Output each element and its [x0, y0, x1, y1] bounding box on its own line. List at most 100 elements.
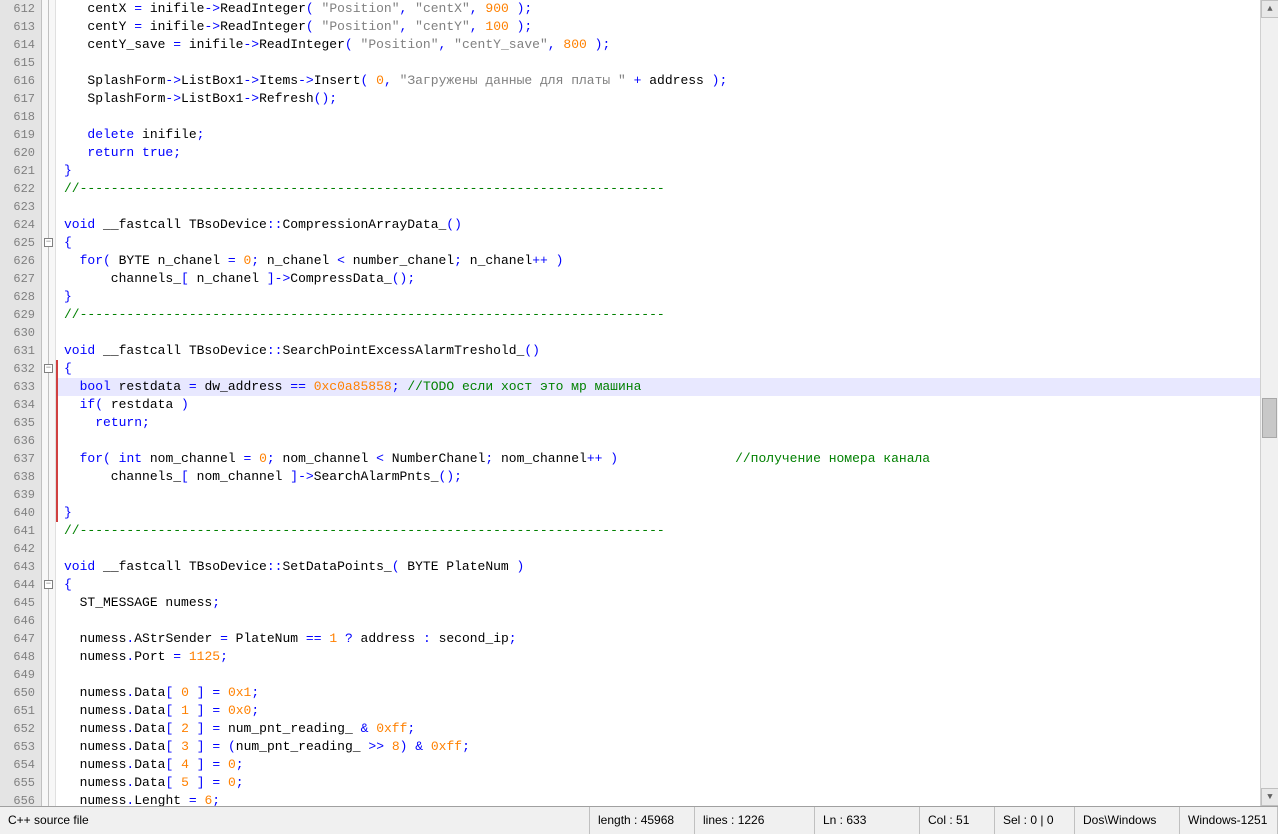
code-line[interactable]: numess.Data[ 1 ] = 0x0; [56, 702, 1260, 720]
fold-cell[interactable] [42, 72, 55, 90]
code-line[interactable]: numess.Port = 1125; [56, 648, 1260, 666]
fold-cell[interactable] [42, 54, 55, 72]
code-line[interactable] [56, 666, 1260, 684]
code-line[interactable]: numess.Data[ 2 ] = num_pnt_reading_ & 0x… [56, 720, 1260, 738]
code-line[interactable]: return; [56, 414, 1260, 432]
code-line[interactable]: { [56, 234, 1260, 252]
code-line[interactable]: bool restdata = dw_address == 0xc0a85858… [56, 378, 1260, 396]
fold-box-icon[interactable]: − [44, 580, 53, 589]
fold-cell[interactable] [42, 306, 55, 324]
status-language[interactable]: C++ source file [0, 807, 590, 834]
code-line[interactable] [56, 486, 1260, 504]
fold-column[interactable]: − − − [42, 0, 56, 806]
code-line[interactable]: numess.Data[ 5 ] = 0; [56, 774, 1260, 792]
code-area[interactable]: centX = inifile->ReadInteger( "Position"… [56, 0, 1260, 806]
code-line[interactable]: numess.Lenght = 6; [56, 792, 1260, 806]
fold-box-icon[interactable]: − [44, 364, 53, 373]
code-line[interactable] [56, 324, 1260, 342]
code-line[interactable]: SplashForm->ListBox1->Items->Insert( 0, … [56, 72, 1260, 90]
vertical-scrollbar[interactable]: ▲ ▼ [1260, 0, 1278, 806]
status-eol[interactable]: Dos\Windows [1075, 807, 1180, 834]
code-line[interactable]: numess.Data[ 0 ] = 0x1; [56, 684, 1260, 702]
fold-cell[interactable] [42, 0, 55, 18]
fold-box-icon[interactable]: − [44, 238, 53, 247]
code-line[interactable]: void __fastcall TBsoDevice::SetDataPoint… [56, 558, 1260, 576]
code-line[interactable]: //--------------------------------------… [56, 522, 1260, 540]
fold-cell[interactable] [42, 738, 55, 756]
fold-cell[interactable] [42, 396, 55, 414]
code-line[interactable]: delete inifile; [56, 126, 1260, 144]
fold-cell[interactable] [42, 522, 55, 540]
fold-cell[interactable] [42, 18, 55, 36]
fold-cell[interactable] [42, 594, 55, 612]
code-line[interactable] [56, 612, 1260, 630]
fold-cell[interactable] [42, 720, 55, 738]
code-line[interactable] [56, 198, 1260, 216]
fold-cell[interactable] [42, 108, 55, 126]
fold-cell[interactable] [42, 702, 55, 720]
fold-cell[interactable] [42, 504, 55, 522]
fold-cell[interactable] [42, 198, 55, 216]
code-line[interactable]: void __fastcall TBsoDevice::SearchPointE… [56, 342, 1260, 360]
fold-cell[interactable] [42, 432, 55, 450]
fold-cell[interactable] [42, 756, 55, 774]
fold-cell[interactable] [42, 414, 55, 432]
status-encoding[interactable]: Windows-1251 [1180, 807, 1278, 834]
fold-cell[interactable] [42, 558, 55, 576]
fold-cell[interactable] [42, 144, 55, 162]
scroll-down-button[interactable]: ▼ [1261, 788, 1278, 806]
scroll-track[interactable] [1261, 18, 1278, 788]
fold-cell[interactable] [42, 648, 55, 666]
fold-cell[interactable] [42, 180, 55, 198]
fold-cell[interactable] [42, 270, 55, 288]
code-line[interactable]: numess.Data[ 3 ] = (num_pnt_reading_ >> … [56, 738, 1260, 756]
fold-cell[interactable] [42, 324, 55, 342]
fold-cell[interactable] [42, 342, 55, 360]
fold-cell[interactable] [42, 684, 55, 702]
fold-cell[interactable] [42, 774, 55, 792]
fold-cell[interactable] [42, 162, 55, 180]
fold-cell[interactable] [42, 90, 55, 108]
fold-cell[interactable] [42, 378, 55, 396]
code-line[interactable] [56, 108, 1260, 126]
code-line[interactable]: centY = inifile->ReadInteger( "Position"… [56, 18, 1260, 36]
line-number-gutter[interactable]: 6126136146156166176186196206216226236246… [0, 0, 42, 806]
code-line[interactable]: channels_[ n_chanel ]->CompressData_(); [56, 270, 1260, 288]
fold-cell[interactable] [42, 666, 55, 684]
fold-cell[interactable] [42, 36, 55, 54]
code-line[interactable]: if( restdata ) [56, 396, 1260, 414]
fold-cell[interactable]: − [42, 360, 55, 378]
fold-cell[interactable] [42, 252, 55, 270]
code-line[interactable]: } [56, 504, 1260, 522]
code-line[interactable]: channels_[ nom_channel ]->SearchAlarmPnt… [56, 468, 1260, 486]
fold-cell[interactable] [42, 468, 55, 486]
code-line[interactable] [56, 540, 1260, 558]
code-line[interactable] [56, 54, 1260, 72]
fold-cell[interactable]: − [42, 576, 55, 594]
code-line[interactable]: numess.AStrSender = PlateNum == 1 ? addr… [56, 630, 1260, 648]
code-line[interactable] [56, 432, 1260, 450]
fold-cell[interactable] [42, 540, 55, 558]
fold-cell[interactable] [42, 450, 55, 468]
code-line[interactable]: //--------------------------------------… [56, 180, 1260, 198]
code-line[interactable]: for( int nom_channel = 0; nom_channel < … [56, 450, 1260, 468]
code-line[interactable]: { [56, 360, 1260, 378]
code-line[interactable]: } [56, 288, 1260, 306]
scroll-thumb[interactable] [1262, 398, 1277, 438]
code-line[interactable]: { [56, 576, 1260, 594]
code-line[interactable]: numess.Data[ 4 ] = 0; [56, 756, 1260, 774]
fold-cell[interactable]: − [42, 234, 55, 252]
fold-cell[interactable] [42, 216, 55, 234]
code-line[interactable]: } [56, 162, 1260, 180]
fold-cell[interactable] [42, 288, 55, 306]
code-line[interactable]: for( BYTE n_chanel = 0; n_chanel < numbe… [56, 252, 1260, 270]
fold-cell[interactable] [42, 126, 55, 144]
fold-cell[interactable] [42, 612, 55, 630]
code-line[interactable]: void __fastcall TBsoDevice::CompressionA… [56, 216, 1260, 234]
code-line[interactable]: //--------------------------------------… [56, 306, 1260, 324]
fold-cell[interactable] [42, 630, 55, 648]
fold-cell[interactable] [42, 486, 55, 504]
code-line[interactable]: SplashForm->ListBox1->Refresh(); [56, 90, 1260, 108]
code-line[interactable]: return true; [56, 144, 1260, 162]
code-line[interactable]: centY_save = inifile->ReadInteger( "Posi… [56, 36, 1260, 54]
